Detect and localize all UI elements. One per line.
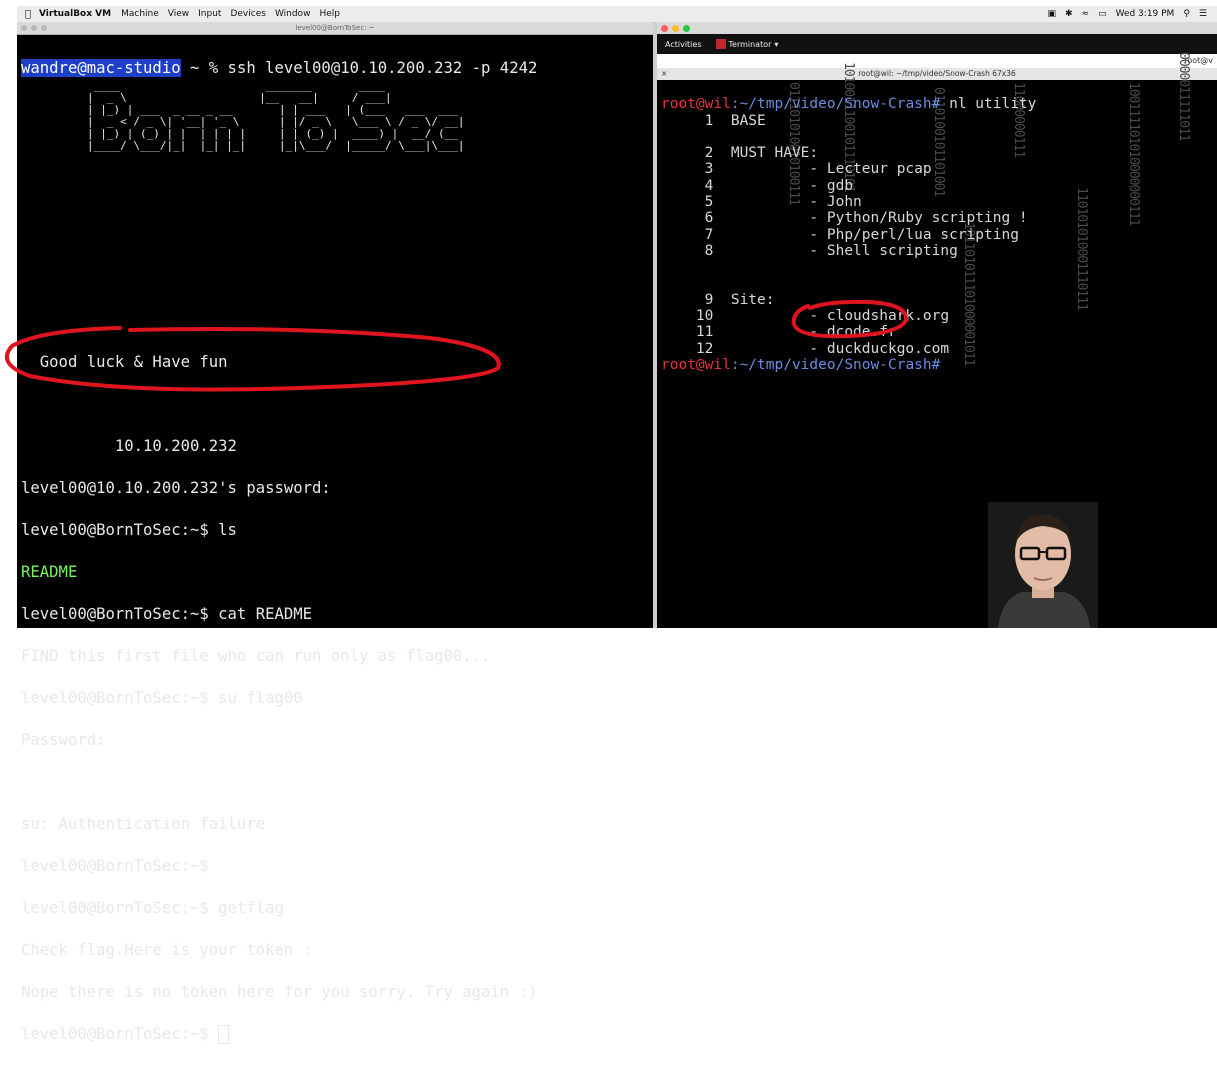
bluetooth-icon[interactable]: ✱ [1065,9,1073,19]
vm-window-titlebar[interactable] [657,22,1217,34]
right-terminal-output[interactable]: root@wil:~/tmp/video/Snow-Crash# nl util… [657,80,1217,390]
left-terminal-title: level00@BornToSec: ~ [295,24,375,32]
apple-icon[interactable]:  [17,9,39,20]
terminal-tabbar: root@v [657,54,1217,68]
menubar-app-name[interactable]: VirtualBox VM [39,9,111,19]
close-icon[interactable]: × [661,68,667,80]
utility-line: 8 - Shell scripting [661,242,958,259]
utility-line: 7 - Php/perl/lua scripting [661,226,1019,243]
terminator-label: Terminator [728,39,772,49]
terminator-app-menu[interactable]: Terminator ▾ [715,39,779,49]
utility-line: 2 MUST HAVE: [661,145,819,162]
utility-line: 4 - gdb [661,177,854,194]
presenter-webcam-overlay [988,502,1098,628]
wifi-icon[interactable]: ≈ [1082,9,1090,19]
terminal-line: Nope there is no token here for you sorr… [21,983,538,1001]
minimize-dot-icon[interactable] [31,25,37,31]
left-terminal-titlebar[interactable]: level00@BornToSec: ~ [17,22,653,35]
terminal-line: level00@10.10.200.232's password: [21,479,331,497]
left-terminal-output[interactable]: wandre@mac-studio ~ % ssh level00@10.10.… [17,35,653,1087]
menu-list-icon[interactable]: ☰ [1199,9,1207,19]
gnome-topbar: Activities Terminator ▾ [657,34,1217,54]
menu-view[interactable]: View [168,9,189,19]
terminator-icon [715,39,726,49]
screen-share-icon[interactable]: ▣ [1047,9,1056,19]
utility-line: 5 - John [661,194,862,211]
menu-help[interactable]: Help [319,9,340,19]
borntosec-ascii-banner: ____ _______ ____ | _ \ |__ __| / ___| |… [87,79,465,152]
battery-icon[interactable]: ▭ [1098,9,1107,19]
menu-input[interactable]: Input [198,9,221,19]
terminal-line: root@wil:~/tmp/video/Snow-Crash# [661,357,940,373]
terminal-line: level00@BornToSec:~$ ls [21,521,237,539]
menubar-clock[interactable]: Wed 3:19 PM [1116,9,1175,19]
close-dot-icon[interactable] [661,25,668,32]
zoom-dot-icon[interactable] [41,25,47,31]
root-prompt-user: root@wil [661,357,731,374]
utility-line: 9 Site: [661,291,775,308]
terminal-line: level00@BornToSec:~$ cat README [21,605,313,623]
utility-line: 12 - duckduckgo.com [661,340,950,357]
menu-devices[interactable]: Devices [230,9,265,19]
terminal-line: FIND this first file who can run only as… [21,647,491,665]
root-prompt-path: :~/tmp/video/Snow-Crash# [730,96,941,113]
macos-menubar:  VirtualBox VM Machine View Input Devic… [17,6,1217,23]
terminal-line: su: Authentication failure [21,815,266,833]
terminal-line: level00@BornToSec:~$ [21,857,209,875]
current-prompt: level00@BornToSec:~$ [21,1025,219,1043]
root-prompt-user: root@wil [661,96,731,113]
root-prompt-path: :~/tmp/video/Snow-Crash# [730,357,941,374]
terminal-line: level00@BornToSec:~$ [21,1024,653,1045]
minimize-dot-icon[interactable] [672,25,679,32]
readme-file: README [21,563,78,581]
utility-line: 11 - dcode.fr [661,324,897,341]
activities-button[interactable]: Activities [665,40,702,49]
terminator-titlebar[interactable]: × root@wil: ~/tmp/video/Snow-Crash 67x36 [657,68,1217,80]
menu-window[interactable]: Window [275,9,311,19]
chevron-down-icon: ▾ [774,39,779,49]
terminal-cursor[interactable] [218,1025,230,1044]
utility-line: 1 BASE [661,112,766,129]
utility-line: 3 - Lecteur pcap [661,161,932,178]
terminal-line: Check flag.Here is your token : [21,941,313,959]
close-dot-icon[interactable] [21,25,27,31]
terminal-line: level00@BornToSec:~$ su flag00 [21,689,303,707]
terminal-line: Password: [21,731,106,749]
terminal-line: root@wil:~/tmp/video/Snow-Crash# nl util… [661,96,1036,112]
terminator-title: root@wil: ~/tmp/video/Snow-Crash 67x36 [858,69,1016,78]
terminal-line: Good luck & Have fun [21,353,228,371]
terminal-line: 10.10.200.232 [21,437,237,455]
utility-line: 6 - Python/Ruby scripting ! [661,210,1028,227]
terminal-line: level00@BornToSec:~$ getflag [21,899,284,917]
nl-command: nl utility [940,96,1037,113]
right-terminal-window[interactable]: Activities Terminator ▾ root@v × root@wi… [657,22,1217,628]
utility-line: 10 - cloudshark.org [661,308,950,325]
zoom-dot-icon[interactable] [683,25,690,32]
left-terminal-window[interactable]: level00@BornToSec: ~ wandre@mac-studio ~… [17,22,653,1044]
search-icon[interactable]: ⚲ [1183,9,1190,19]
menu-machine[interactable]: Machine [121,9,159,19]
